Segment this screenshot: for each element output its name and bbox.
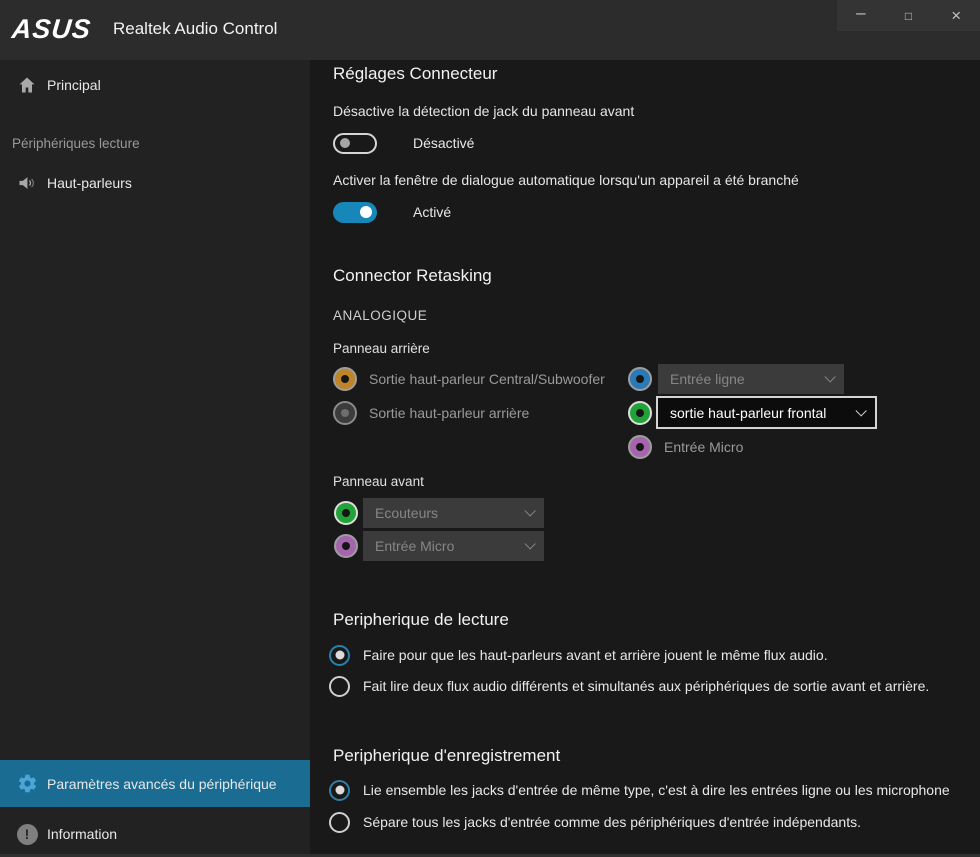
radio-unselected-icon[interactable] — [329, 676, 350, 697]
jack-purple-icon — [628, 435, 652, 459]
toggle-state-label: Activé — [413, 204, 451, 220]
line-in-dropdown: Entrée ligne — [658, 364, 844, 394]
titlebar: ASUS Realtek Audio Control – □ × — [0, 0, 980, 60]
radio-selected-icon[interactable] — [329, 645, 350, 666]
auto-dialog-toggle[interactable] — [333, 202, 377, 223]
window-controls: – □ × — [837, 0, 980, 31]
toggle-knob — [340, 138, 350, 148]
sidebar-section-label: Périphériques lecture — [12, 136, 140, 151]
recording-option-tie-jacks[interactable]: Lie ensemble les jacks d'entrée de même … — [329, 779, 950, 801]
jack-label: Sortie haut-parleur Central/Subwoofer — [369, 371, 605, 387]
back-panel-label: Panneau arrière — [333, 341, 430, 356]
asus-logo: ASUS — [10, 14, 92, 45]
radio-label: Sépare tous les jacks d'entrée comme des… — [363, 814, 861, 830]
jack-green-icon — [628, 401, 652, 425]
toggle-row-jack-detection: Désactivé — [333, 132, 474, 154]
close-icon[interactable]: × — [932, 0, 980, 31]
sidebar: Principal Périphériques lecture Haut-par… — [0, 60, 310, 857]
minimize-icon[interactable]: – — [837, 0, 885, 31]
gear-icon — [15, 772, 39, 796]
chevron-down-icon — [824, 371, 835, 382]
section-title-reglages-connecteur: Réglages Connecteur — [333, 64, 497, 84]
jack-row-rear-speaker: Sortie haut-parleur arrière — [333, 398, 529, 428]
playback-option-different-streams[interactable]: Fait lire deux flux audio différents et … — [329, 675, 929, 697]
jack-row-center-subwoofer: Sortie haut-parleur Central/Subwoofer — [333, 364, 605, 394]
home-icon — [15, 73, 39, 97]
dropdown-value: Entrée ligne — [670, 371, 745, 387]
speaker-icon — [15, 171, 39, 195]
toggle-label-jack-detection: Désactive la détection de jack du pannea… — [333, 103, 634, 119]
front-mic-dropdown: Entrée Micro — [363, 531, 544, 561]
sidebar-item-haut-parleurs[interactable]: Haut-parleurs — [0, 160, 310, 206]
realtek-audio-control-window: ASUS Realtek Audio Control – □ × Princip… — [0, 0, 980, 857]
jack-gray-icon — [333, 401, 357, 425]
sidebar-item-information[interactable]: ! Information — [0, 809, 310, 857]
chevron-down-icon — [524, 505, 535, 516]
maximize-icon[interactable]: □ — [885, 0, 933, 31]
app-title: Realtek Audio Control — [113, 19, 277, 39]
playback-option-same-stream[interactable]: Faire pour que les haut-parleurs avant e… — [329, 644, 828, 666]
section-title-recording-device: Peripherique d'enregistrement — [333, 746, 560, 766]
jack-row-headphones — [334, 498, 358, 528]
toggle-knob — [360, 206, 372, 218]
jack-label: Entrée Micro — [664, 439, 743, 455]
section-title-playback-device: Peripherique de lecture — [333, 610, 509, 630]
jack-green-icon — [334, 501, 358, 525]
jack-row-front-mic — [334, 531, 358, 561]
toggle-state-label: Désactivé — [413, 135, 474, 151]
jack-blue-icon — [628, 367, 652, 391]
chevron-down-icon — [855, 405, 866, 416]
sidebar-item-parametres-avances[interactable]: Paramètres avancés du périphérique — [0, 760, 310, 807]
analog-label: ANALOGIQUE — [333, 308, 427, 323]
radio-selected-icon[interactable] — [329, 780, 350, 801]
sidebar-item-label: Haut-parleurs — [47, 175, 132, 191]
jack-detection-toggle[interactable] — [333, 133, 377, 154]
radio-unselected-icon[interactable] — [329, 812, 350, 833]
sidebar-item-label: Principal — [47, 77, 101, 93]
front-speaker-dropdown[interactable]: sortie haut-parleur frontal — [656, 396, 877, 429]
dropdown-value: Entrée Micro — [375, 538, 454, 554]
toggle-row-auto-dialog: Activé — [333, 201, 451, 223]
jack-row-mic-in: Entrée Micro — [628, 432, 743, 462]
recording-option-separate-jacks[interactable]: Sépare tous les jacks d'entrée comme des… — [329, 811, 861, 833]
jack-label: Sortie haut-parleur arrière — [369, 405, 529, 421]
main-content: Réglages Connecteur Désactive la détecti… — [310, 60, 980, 857]
section-title-connector-retasking: Connector Retasking — [333, 266, 492, 286]
radio-label: Fait lire deux flux audio différents et … — [363, 678, 929, 694]
headphones-dropdown: Ecouteurs — [363, 498, 544, 528]
radio-label: Faire pour que les haut-parleurs avant e… — [363, 647, 828, 663]
jack-purple-icon — [334, 534, 358, 558]
chevron-down-icon — [524, 538, 535, 549]
dropdown-value: Ecouteurs — [375, 505, 438, 521]
dropdown-value: sortie haut-parleur frontal — [670, 405, 826, 421]
sidebar-item-label: Paramètres avancés du périphérique — [47, 776, 277, 792]
front-panel-label: Panneau avant — [333, 474, 424, 489]
info-icon: ! — [15, 822, 39, 846]
jack-orange-icon — [333, 367, 357, 391]
sidebar-item-label: Information — [47, 826, 117, 842]
sidebar-item-principal[interactable]: Principal — [0, 62, 310, 108]
toggle-label-auto-dialog: Activer la fenêtre de dialogue automatiq… — [333, 172, 799, 188]
radio-label: Lie ensemble les jacks d'entrée de même … — [363, 782, 950, 798]
jack-row-line-in — [628, 364, 652, 394]
jack-row-front-speaker-out — [628, 398, 652, 428]
